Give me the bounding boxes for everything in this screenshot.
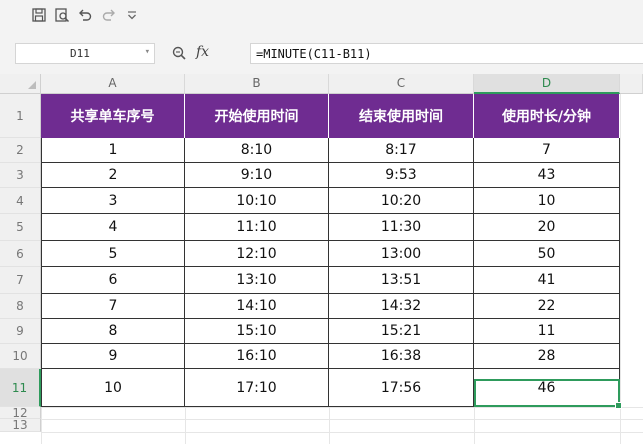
column-header-c[interactable]: C (329, 74, 474, 94)
table-cell[interactable]: 28 (474, 344, 620, 369)
formula-input[interactable]: =MINUTE(C11-B11) (250, 43, 643, 64)
insert-function-icon[interactable]: fx (196, 44, 209, 60)
table-cell[interactable]: 16:38 (329, 344, 474, 369)
table-cell[interactable]: 15:21 (329, 319, 474, 344)
formula-bar: D11 ▾ fx =MINUTE(C11-B11) (0, 36, 643, 72)
table-cell[interactable]: 9:53 (329, 163, 474, 188)
table-cell[interactable]: 14:10 (185, 294, 329, 319)
print-preview-icon[interactable] (54, 7, 70, 23)
table-cell[interactable]: 15:10 (185, 319, 329, 344)
column-header-e[interactable] (620, 74, 643, 94)
table-cell[interactable]: 2 (41, 163, 185, 188)
table-cell[interactable]: 16:10 (185, 344, 329, 369)
table-cell[interactable]: 1 (41, 138, 185, 163)
table-cell[interactable]: 7 (474, 138, 620, 163)
table-cell[interactable]: 13:00 (329, 241, 474, 267)
gridline (41, 419, 643, 420)
table-cell[interactable]: 46 (474, 369, 620, 407)
row-header-8[interactable]: 8 (0, 294, 41, 319)
row-header-10[interactable]: 10 (0, 344, 41, 369)
table-cell[interactable]: 6 (41, 267, 185, 294)
table-cell[interactable]: 8:10 (185, 138, 329, 163)
table-header-cell: 开始使用时间 (185, 94, 329, 138)
quick-access-toolbar (0, 0, 643, 32)
table-cell[interactable]: 10 (41, 369, 185, 407)
find-zoom-icon[interactable] (171, 45, 187, 61)
table-cell[interactable]: 17:10 (185, 369, 329, 407)
table-cell[interactable]: 10:10 (185, 188, 329, 214)
undo-icon[interactable] (77, 7, 93, 23)
table-cell[interactable]: 8 (41, 319, 185, 344)
table-cell[interactable]: 4 (41, 214, 185, 241)
spreadsheet-grid[interactable]: A B C D 1 2 3 4 5 6 7 8 9 10 11 12 13 共享单车序号 开始使用时间 结束使用时间使… (0, 74, 643, 444)
table-cell[interactable]: 13:51 (329, 267, 474, 294)
table-header-cell: 结束使用时间 (329, 94, 474, 138)
name-box-value: D11 (70, 47, 90, 60)
table-cell[interactable]: 22 (474, 294, 620, 319)
row-header-4[interactable]: 4 (0, 188, 41, 214)
select-all-corner[interactable] (0, 74, 41, 94)
table-cell[interactable]: 50 (474, 241, 620, 267)
table-cell[interactable]: 13:10 (185, 267, 329, 294)
row-header-13[interactable]: 13 (0, 419, 41, 432)
table-cell[interactable]: 17:56 (329, 369, 474, 407)
row-header-2[interactable]: 2 (0, 138, 41, 163)
formula-text: =MINUTE(C11-B11) (256, 47, 372, 61)
table-cell[interactable]: 12:10 (185, 241, 329, 267)
table-cell[interactable]: 7 (41, 294, 185, 319)
row-header-11[interactable]: 11 (0, 369, 41, 407)
table-cell[interactable]: 10 (474, 188, 620, 214)
table-cell[interactable]: 43 (474, 163, 620, 188)
gridline (620, 94, 621, 444)
save-icon[interactable] (31, 7, 47, 23)
name-box-dropdown-icon[interactable]: ▾ (145, 47, 150, 57)
row-header-7[interactable]: 7 (0, 267, 41, 294)
row-header-3[interactable]: 3 (0, 163, 41, 188)
row-header-9[interactable]: 9 (0, 319, 41, 344)
column-header-b[interactable]: B (185, 74, 329, 94)
table-cell[interactable]: 41 (474, 267, 620, 294)
name-box[interactable]: D11 ▾ (15, 43, 155, 64)
table-cell[interactable]: 5 (41, 241, 185, 267)
table-cell[interactable]: 14:32 (329, 294, 474, 319)
column-header-a[interactable]: A (41, 74, 185, 94)
table-cell[interactable]: 9:10 (185, 163, 329, 188)
gridline (41, 407, 643, 408)
customize-dropdown-icon[interactable] (124, 7, 140, 23)
row-header-5[interactable]: 5 (0, 214, 41, 241)
table-cell[interactable]: 8:17 (329, 138, 474, 163)
table-cell[interactable]: 11:30 (329, 214, 474, 241)
redo-icon[interactable] (101, 7, 117, 23)
table-header-cell: 使用时长/分钟 (474, 94, 620, 138)
table-cell[interactable]: 9 (41, 344, 185, 369)
gridline (41, 432, 643, 433)
table-cell[interactable]: 20 (474, 214, 620, 241)
table-header-cell: 共享单车序号 (41, 94, 185, 138)
row-header-1[interactable]: 1 (0, 94, 41, 138)
column-header-d[interactable]: D (474, 74, 620, 94)
table-cell[interactable]: 10:20 (329, 188, 474, 214)
table-cell[interactable]: 11 (474, 319, 620, 344)
row-header-6[interactable]: 6 (0, 241, 41, 267)
table-cell[interactable]: 3 (41, 188, 185, 214)
table-cell[interactable]: 11:10 (185, 214, 329, 241)
